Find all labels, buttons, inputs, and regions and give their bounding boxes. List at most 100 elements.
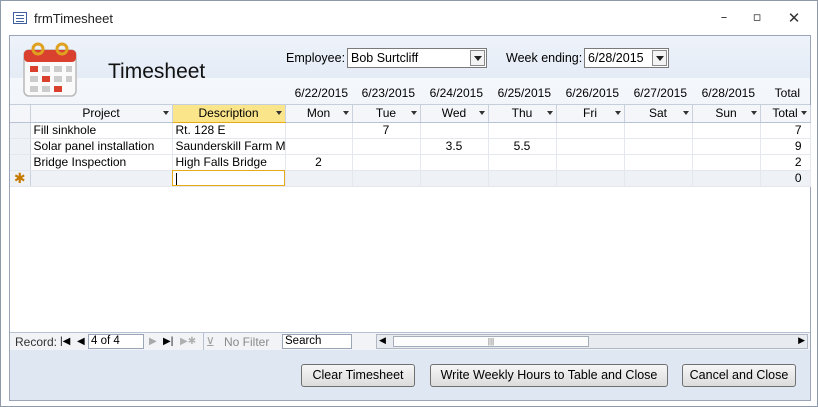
cell-wed[interactable] [420,170,489,187]
record-navigation-bar: Record: |◀ ◀ 4 of 4 ▶ ▶| ▶✱ ⊻ No Filter … [10,332,810,351]
cell-description-active[interactable] [172,170,286,187]
cell-thu[interactable]: 5.5 [488,138,557,155]
cell-sat[interactable] [624,138,693,155]
column-header-total[interactable]: Total [760,105,811,123]
next-record-icon[interactable]: ▶ [149,336,157,347]
cell-sat[interactable] [624,154,693,171]
cell-fri[interactable] [556,138,625,155]
sort-dropdown-icon[interactable] [800,111,807,115]
record-selector[interactable] [10,122,31,139]
cell-project[interactable] [30,170,173,187]
close-button[interactable]: ✕ [777,5,811,31]
column-header-thu[interactable]: Thu [488,105,557,123]
cell-fri[interactable] [556,170,625,187]
current-record-field[interactable]: 4 of 4 [88,334,144,349]
cell-project[interactable]: Solar panel installation [30,138,173,155]
sort-dropdown-icon[interactable] [682,111,689,115]
calendar-icon [23,42,77,97]
column-header-project[interactable]: Project [30,105,173,123]
date-header-total: Total [774,86,800,100]
minimize-button[interactable]: – [707,5,741,31]
cell-tue[interactable] [352,170,421,187]
first-record-icon[interactable]: |◀ [60,336,70,347]
cell-thu[interactable] [488,122,557,139]
sort-dropdown-icon[interactable] [342,111,349,115]
date-header-sun: 6/28/2015 [701,86,755,100]
select-all-cell[interactable] [10,105,31,123]
new-record-row[interactable]: ✱ 0 [10,170,811,187]
sort-dropdown-icon[interactable] [162,111,169,115]
column-header-sun[interactable]: Sun [692,105,761,123]
horizontal-scrollbar[interactable]: ◀ ||| ▶ [376,334,808,349]
scroll-right-icon[interactable]: ▶ [798,335,805,346]
cancel-close-button[interactable]: Cancel and Close [682,364,796,387]
cell-thu[interactable] [488,154,557,171]
new-record-nav-icon[interactable]: ▶✱ [180,336,196,347]
column-header-tue[interactable]: Tue [352,105,421,123]
cell-sat[interactable] [624,122,693,139]
cell-mon[interactable] [285,122,353,139]
no-filter-button[interactable]: No Filter [224,335,269,349]
chevron-down-icon[interactable] [652,50,667,66]
cell-sun[interactable] [692,170,761,187]
column-header-fri[interactable]: Fri [556,105,625,123]
employee-label: Employee: [286,51,346,65]
table-row[interactable]: Solar panel installation Saunderskill Fa… [10,138,811,155]
cell-total[interactable]: 7 [760,122,811,139]
scrollbar-thumb[interactable]: ||| [393,336,589,347]
cell-total[interactable]: 9 [760,138,811,155]
form-title: Timesheet [108,60,206,83]
maximize-button[interactable]: ▫ [740,5,774,31]
cell-fri[interactable] [556,122,625,139]
cell-project[interactable]: Bridge Inspection [30,154,173,171]
cell-fri[interactable] [556,154,625,171]
cell-mon[interactable] [285,138,353,155]
cell-total[interactable]: 2 [760,154,811,171]
cell-tue[interactable]: 7 [352,122,421,139]
cell-sun[interactable] [692,122,761,139]
cell-mon[interactable]: 2 [285,154,353,171]
date-header-wed: 6/24/2015 [429,86,483,100]
table-row[interactable]: Bridge Inspection High Falls Bridge 2 2 [10,154,811,171]
employee-value: Bob Surtcliff [351,51,419,65]
cell-wed[interactable] [420,154,489,171]
scroll-left-icon[interactable]: ◀ [379,335,386,346]
cell-sun[interactable] [692,138,761,155]
record-selector[interactable] [10,138,31,155]
cell-description[interactable]: Rt. 128 E [172,122,286,139]
sort-dropdown-icon[interactable] [478,111,485,115]
employee-combo[interactable]: Bob Surtcliff [347,48,487,68]
record-selector[interactable] [10,154,31,171]
write-hours-button[interactable]: Write Weekly Hours to Table and Close [430,364,668,387]
cell-sat[interactable] [624,170,693,187]
search-field[interactable]: Search [282,334,352,349]
filter-icon[interactable]: ⊻ [206,335,215,349]
cell-thu[interactable] [488,170,557,187]
sort-dropdown-icon[interactable] [546,111,553,115]
sort-dropdown-icon[interactable] [750,111,757,115]
cell-wed[interactable] [420,122,489,139]
sort-dropdown-icon[interactable] [410,111,417,115]
clear-timesheet-button[interactable]: Clear Timesheet [301,364,415,387]
cell-total[interactable]: 0 [760,170,811,187]
week-ending-combo[interactable]: 6/28/2015 [584,48,669,68]
cell-project[interactable]: Fill sinkhole [30,122,173,139]
table-row[interactable]: Fill sinkhole Rt. 128 E 7 7 [10,122,811,139]
cell-sun[interactable] [692,154,761,171]
cell-tue[interactable] [352,138,421,155]
column-header-description[interactable]: Description [172,105,286,123]
sort-dropdown-icon[interactable] [614,111,621,115]
sort-dropdown-icon[interactable] [275,111,282,115]
last-record-icon[interactable]: ▶| [163,336,173,347]
timesheet-window: frmTimesheet – ▫ ✕ Timesheet Employee: B… [0,0,818,407]
column-header-wed[interactable]: Wed [420,105,489,123]
cell-description[interactable]: Saunderskill Farm M [172,138,286,155]
previous-record-icon[interactable]: ◀ [77,336,85,347]
cell-tue[interactable] [352,154,421,171]
chevron-down-icon[interactable] [470,50,485,66]
column-header-mon[interactable]: Mon [285,105,353,123]
cell-description[interactable]: High Falls Bridge [172,154,286,171]
column-header-sat[interactable]: Sat [624,105,693,123]
cell-wed[interactable]: 3.5 [420,138,489,155]
cell-mon[interactable] [285,170,353,187]
